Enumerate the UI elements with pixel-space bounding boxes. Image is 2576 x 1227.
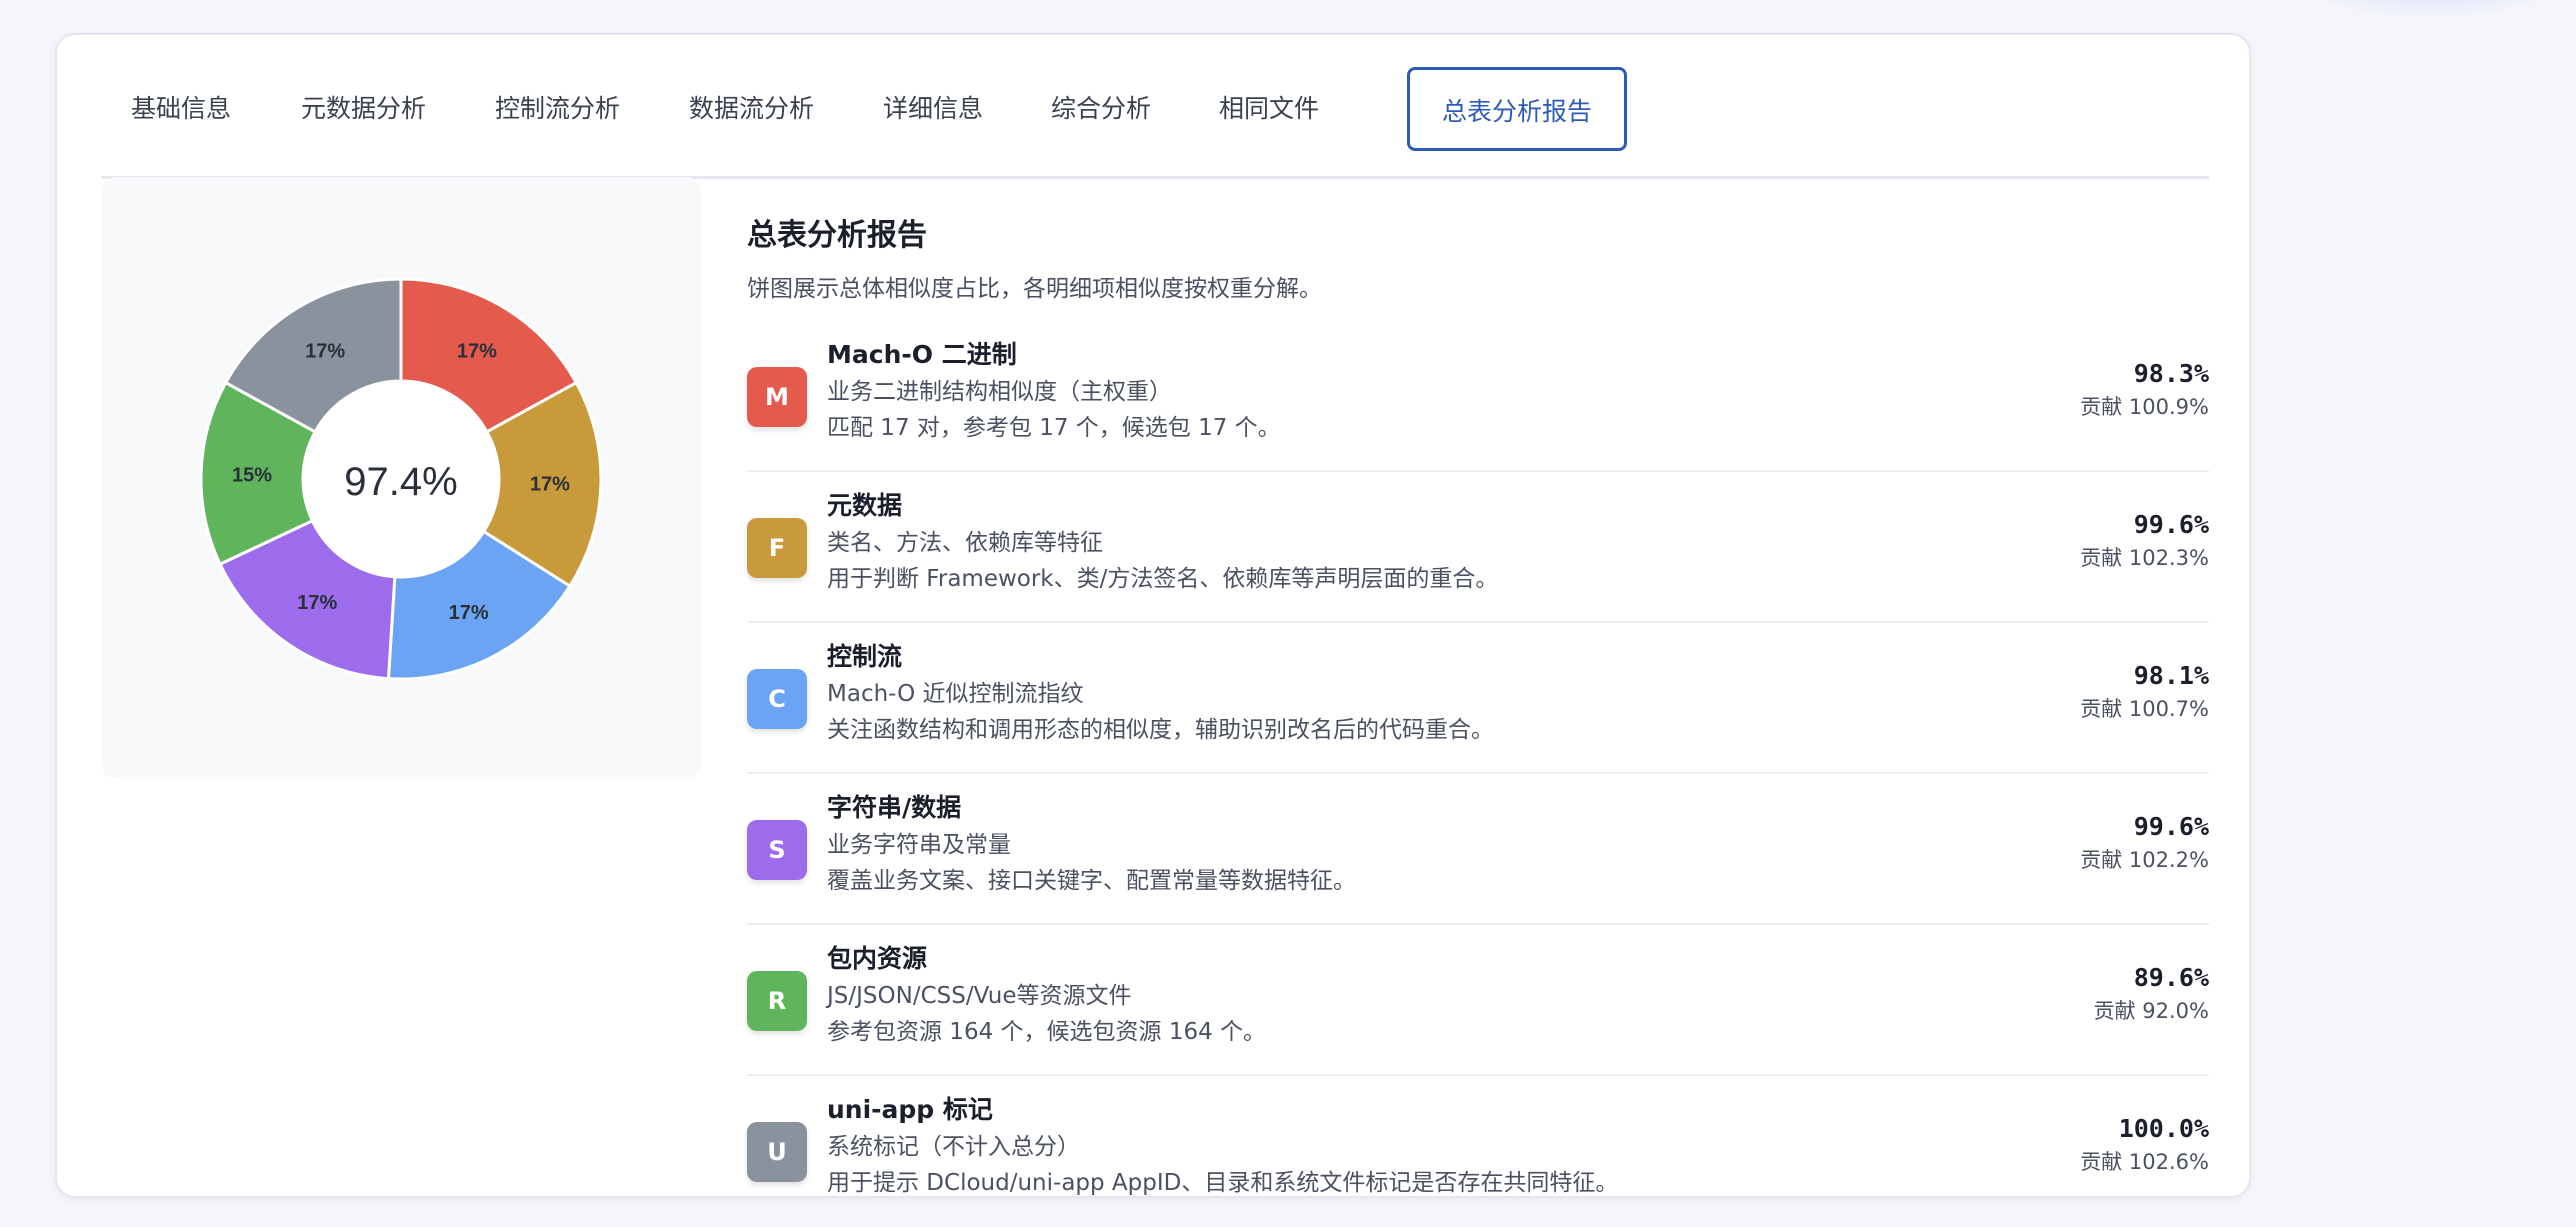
row-note: 参考包资源 164 个，候选包资源 164 个。: [827, 1019, 1267, 1045]
badge-macho: M: [747, 367, 807, 427]
center-percentage: 97.4%: [344, 460, 457, 504]
tab-comprehensive-analysis[interactable]: 综合分析: [1051, 67, 1151, 151]
badge-strings: S: [747, 820, 807, 880]
pie-slice-label-5: 17%: [305, 341, 345, 363]
pie-slice-label-3: 17%: [297, 592, 337, 614]
row-contribution: 贡献 100.9%: [2080, 395, 2209, 419]
tab-metadata-analysis[interactable]: 元数据分析: [301, 67, 426, 151]
badge-control-flow: C: [747, 669, 807, 729]
badge-uniapp: U: [747, 1122, 807, 1182]
row-title: uni-app 标记: [827, 1095, 993, 1124]
row-score: 99.6%: [2133, 812, 2209, 841]
report-subtitle: 饼图展示总体相似度占比，各明细项相似度按权重分解。: [747, 276, 1322, 302]
report-title: 总表分析报告: [747, 218, 927, 253]
row-description: 业务字符串及常量: [827, 832, 1011, 858]
report-row-metadata: F 元数据 类名、方法、依赖库等特征 用于判断 Framework、类/方法签名…: [747, 472, 2209, 623]
analysis-card: 基础信息 元数据分析 控制流分析 数据流分析 详细信息 综合分析 相同文件 总表…: [55, 33, 2251, 1198]
row-title: 元数据: [827, 491, 903, 520]
row-score: 99.6%: [2133, 510, 2209, 539]
donut-chart: 17% 17% 17% 17% 15% 17% 97.4%: [199, 277, 603, 681]
report-row-resources: R 包内资源 JS/JSON/CSS/Vue等资源文件 参考包资源 164 个，…: [747, 925, 2209, 1076]
row-note: 关注函数结构和调用形态的相似度，辅助识别改名后的代码重合。: [827, 717, 1494, 743]
row-score: 89.6%: [2133, 963, 2209, 992]
row-description: Mach-O 近似控制流指纹: [827, 681, 1084, 707]
pie-slice-label-2: 17%: [449, 602, 489, 624]
row-contribution: 贡献 102.3%: [2080, 546, 2209, 570]
row-note: 用于提示 DCloud/uni-app AppID、目录和系统文件标记是否存在共…: [827, 1170, 1619, 1196]
tab-detail-info[interactable]: 详细信息: [883, 67, 983, 151]
badge-metadata: F: [747, 518, 807, 578]
tab-basic-info[interactable]: 基础信息: [131, 67, 231, 151]
row-title: 字符串/数据: [827, 793, 962, 822]
tab-identical-files[interactable]: 相同文件: [1219, 67, 1319, 151]
pie-slice-label-4: 15%: [232, 464, 272, 486]
pie-slice-label-1: 17%: [530, 474, 570, 496]
tab-summary-report[interactable]: 总表分析报告: [1407, 67, 1628, 151]
chart-panel: 17% 17% 17% 17% 15% 17% 97.4%: [101, 177, 701, 779]
row-contribution: 贡献 102.2%: [2080, 848, 2209, 872]
row-title: Mach-O 二进制: [827, 340, 1017, 369]
row-note: 用于判断 Framework、类/方法签名、依赖库等声明层面的重合。: [827, 566, 1499, 592]
report-row-uniapp: U uni-app 标记 系统标记（不计入总分） 用于提示 DCloud/uni…: [747, 1076, 2209, 1227]
row-title: 控制流: [827, 642, 903, 671]
row-contribution: 贡献 102.6%: [2080, 1150, 2209, 1174]
report-row-control-flow: C 控制流 Mach-O 近似控制流指纹 关注函数结构和调用形态的相似度，辅助识…: [747, 623, 2209, 774]
row-description: 类名、方法、依赖库等特征: [827, 530, 1103, 556]
row-contribution: 贡献 100.7%: [2080, 697, 2209, 721]
tab-bar: 基础信息 元数据分析 控制流分析 数据流分析 详细信息 综合分析 相同文件 总表…: [101, 61, 2209, 179]
row-title: 包内资源: [827, 944, 928, 973]
tab-data-flow-analysis[interactable]: 数据流分析: [689, 67, 814, 151]
row-description: 业务二进制结构相似度（主权重）: [827, 379, 1172, 405]
row-score: 98.1%: [2133, 661, 2209, 690]
pie-slice-label-0: 17%: [457, 341, 497, 363]
row-score: 100.0%: [2118, 1114, 2209, 1143]
badge-resources: R: [747, 971, 807, 1031]
row-description: 系统标记（不计入总分）: [827, 1134, 1080, 1160]
tab-control-flow-analysis[interactable]: 控制流分析: [495, 67, 620, 151]
report-row-strings: S 字符串/数据 业务字符串及常量 覆盖业务文案、接口关键字、配置常量等数据特征…: [747, 774, 2209, 925]
row-contribution: 贡献 92.0%: [2093, 999, 2209, 1023]
row-note: 覆盖业务文案、接口关键字、配置常量等数据特征。: [827, 868, 1356, 894]
row-note: 匹配 17 对，参考包 17 个，候选包 17 个。: [827, 415, 1281, 441]
background-glow: [2280, 0, 2576, 20]
report-row-macho: M Mach-O 二进制 业务二进制结构相似度（主权重） 匹配 17 对，参考包…: [747, 321, 2209, 472]
row-description: JS/JSON/CSS/Vue等资源文件: [827, 983, 1132, 1009]
row-score: 98.3%: [2133, 359, 2209, 388]
